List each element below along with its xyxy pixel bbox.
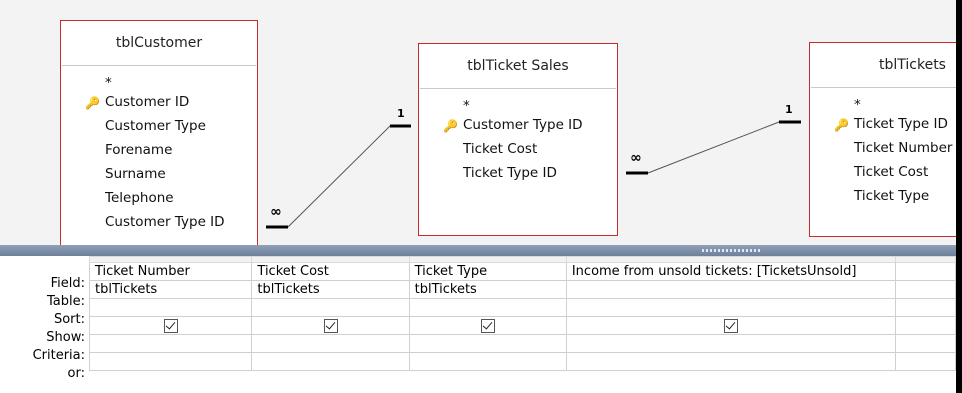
or-cell[interactable]: [895, 352, 956, 371]
row-label-criteria: Criteria:: [32, 348, 85, 363]
relationship-lines: [266, 120, 801, 229]
one-side-label: 1: [397, 107, 405, 120]
show-cell: [88, 316, 253, 335]
show-checkbox[interactable]: [163, 318, 178, 333]
or-cell[interactable]: [408, 352, 567, 371]
field-cell[interactable]: Ticket Cost: [251, 262, 410, 281]
criteria-cell[interactable]: [251, 334, 410, 353]
table-cell[interactable]: tblTickets: [88, 280, 253, 299]
sort-cell[interactable]: [88, 298, 253, 317]
window-edge: [956, 0, 962, 393]
field-cell[interactable]: Ticket Number: [88, 262, 253, 281]
show-cell: [408, 316, 567, 335]
sort-cell[interactable]: [251, 298, 410, 317]
row-label-or: or:: [67, 366, 85, 381]
field-cell[interactable]: Income from unsold tickets: [TicketsUnso…: [565, 262, 897, 281]
query-grid-table: Ticket Number Ticket Cost Ticket Type In…: [88, 256, 956, 371]
show-cell: [251, 316, 410, 335]
field-cell[interactable]: [895, 262, 956, 281]
table-cell[interactable]: tblTickets: [408, 280, 567, 299]
sort-cell[interactable]: [565, 298, 897, 317]
row-labels: Field: Table: Sort: Show: Criteria: or:: [0, 256, 85, 393]
many-side-label: ∞: [270, 204, 282, 220]
many-side-label: ∞: [630, 150, 642, 166]
show-checkbox[interactable]: [323, 318, 338, 333]
table-cell[interactable]: [565, 280, 897, 299]
show-checkbox[interactable]: [480, 318, 495, 333]
one-side-label: 1: [785, 103, 793, 116]
sort-cell[interactable]: [895, 298, 956, 317]
row-label-table: Table:: [47, 294, 85, 309]
row-label-field: Field:: [50, 276, 85, 291]
criteria-cell[interactable]: [408, 334, 567, 353]
show-cell[interactable]: [895, 316, 956, 335]
criteria-cell[interactable]: [88, 334, 253, 353]
sort-cell[interactable]: [408, 298, 567, 317]
criteria-cell[interactable]: [565, 334, 897, 353]
relationship-customer-to-ticketsales[interactable]: [266, 124, 411, 229]
show-checkbox[interactable]: [724, 318, 739, 333]
show-cell: [565, 316, 897, 335]
or-cell[interactable]: [565, 352, 897, 371]
field-cell[interactable]: Ticket Type: [408, 262, 567, 281]
row-label-show: Show:: [46, 330, 85, 345]
criteria-cell[interactable]: [895, 334, 956, 353]
row-label-sort: Sort:: [53, 312, 85, 327]
table-cell[interactable]: [895, 280, 956, 299]
table-cell[interactable]: tblTickets: [251, 280, 410, 299]
relationship-ticketsales-to-tickets[interactable]: [626, 120, 801, 175]
or-cell[interactable]: [88, 352, 253, 371]
or-cell[interactable]: [251, 352, 410, 371]
splitter-grip[interactable]: [702, 249, 760, 252]
query-design-grid: Field: Table: Sort: Show: Criteria: or: …: [0, 256, 956, 393]
pane-splitter[interactable]: [0, 245, 956, 256]
